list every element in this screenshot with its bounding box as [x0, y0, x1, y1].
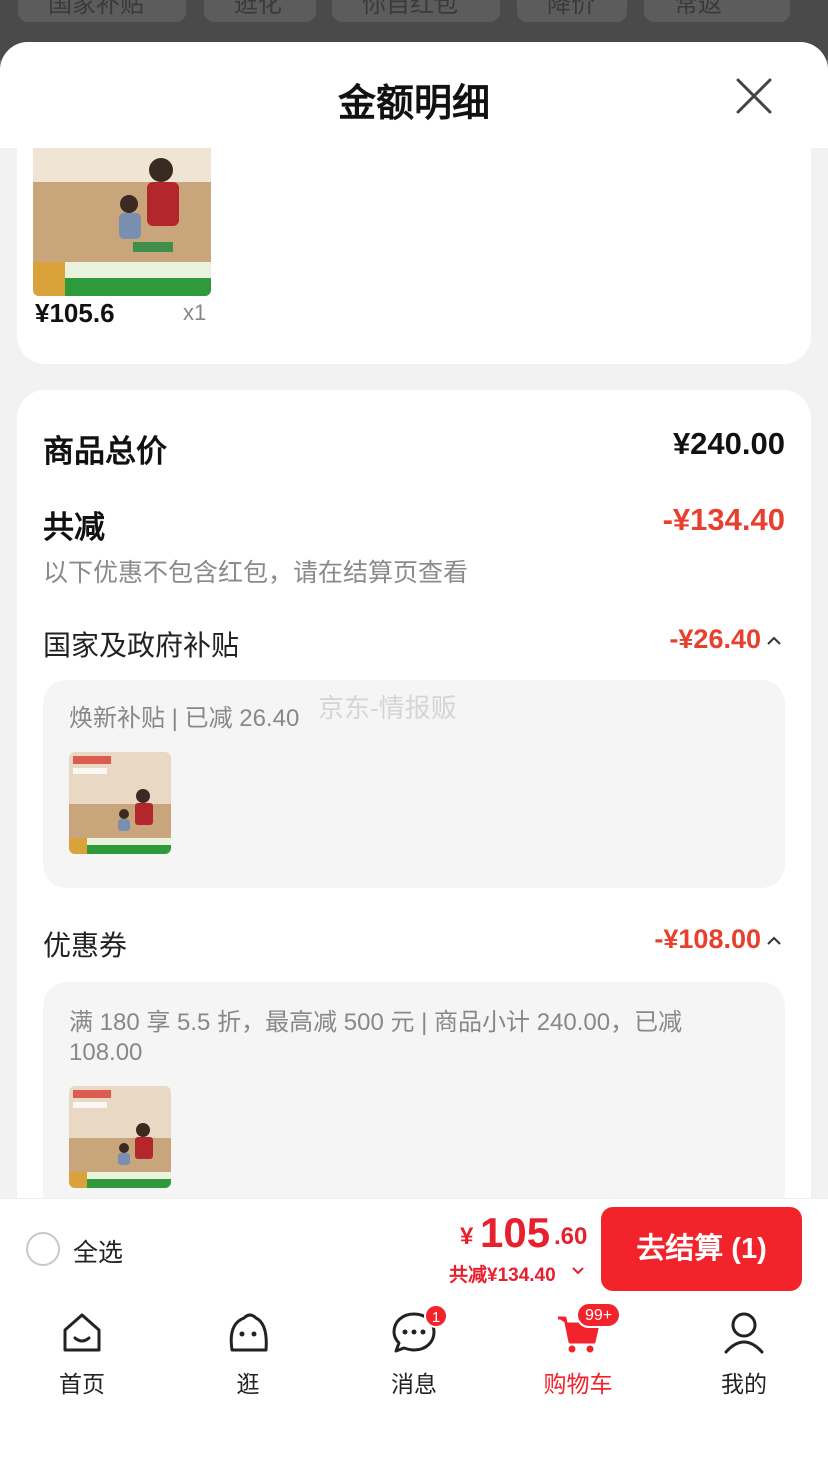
profile-icon	[724, 1312, 764, 1354]
tab-home[interactable]: 首页	[32, 1310, 132, 1420]
total-saved-value: -¥134.40	[662, 502, 785, 537]
product-image	[69, 752, 171, 854]
discover-icon	[229, 1313, 268, 1352]
tab-home-label: 首页	[59, 1371, 105, 1397]
bottom-tab-bar: 首页 逛 1 消息 99+ 购物车 我的	[0, 1298, 828, 1477]
coupon-detail-text-line2: 108.00	[69, 1039, 143, 1066]
total-amount-decimal: .60	[554, 1223, 588, 1250]
gov-subsidy-product-thumb[interactable]	[69, 752, 171, 854]
gov-subsidy-label: 国家及政府补贴	[43, 630, 240, 661]
background-tab: 降价	[517, 0, 627, 22]
select-all-label[interactable]: 全选	[73, 1233, 123, 1269]
background-tab: 你自红包	[332, 0, 500, 22]
tab-profile-label: 我的	[721, 1371, 767, 1397]
amount-detail-sheet: 金额明细 ¥105.6 x1 商品总价 ¥240.00 共减 -¥134.40 …	[0, 42, 828, 1198]
checkout-bar: 全选 ¥ 105 .60 共减¥134.40 去结算 (1)	[0, 1198, 828, 1298]
product-image	[69, 1086, 171, 1188]
coupon-value: -¥108.00	[654, 924, 761, 954]
background-tab: 逛化	[204, 0, 316, 22]
gov-subsidy-detail-text: 焕新补贴 | 已减 26.40	[69, 705, 300, 732]
tab-messages[interactable]: 1 消息	[364, 1304, 464, 1420]
background-tab: 常返	[644, 0, 790, 22]
gov-subsidy-value: -¥26.40	[669, 624, 761, 654]
cart-badge: 99+	[576, 1302, 622, 1328]
coupon-label: 优惠券	[43, 930, 128, 961]
tab-discover-label: 逛	[236, 1371, 260, 1397]
tab-profile[interactable]: 我的	[694, 1310, 794, 1420]
coupon-toggle[interactable]: -¥108.00	[605, 924, 785, 960]
price-summary-card: 商品总价 ¥240.00 共减 -¥134.40 以下优惠不包含红包，请在结算页…	[17, 390, 811, 1198]
total-currency: ¥	[460, 1223, 474, 1250]
sheet-title: 金额明细	[337, 83, 490, 125]
watermark: 京东-情报贩	[318, 693, 457, 723]
saved-note: 以下优惠不包含红包，请在结算页查看	[43, 559, 469, 587]
total-saved-summary[interactable]: 共减¥134.40	[449, 1260, 556, 1287]
total-price-label: 商品总价	[43, 434, 167, 469]
total-price-value: ¥240.00	[672, 426, 785, 461]
chevron-up-icon	[767, 936, 781, 945]
home-icon	[63, 1313, 101, 1352]
chevron-up-icon	[767, 636, 781, 645]
messages-badge: 1	[424, 1304, 448, 1328]
coupon-detail: 满 180 享 5.5 折，最高减 500 元 | 商品小计 240.00，已减…	[43, 982, 785, 1198]
total-saved-label: 共减	[43, 510, 105, 545]
tab-messages-label: 消息	[391, 1371, 437, 1397]
coupon-detail-text-line1: 满 180 享 5.5 折，最高减 500 元 | 商品小计 240.00，已减	[69, 1009, 683, 1036]
select-all-radio[interactable]	[26, 1232, 60, 1266]
close-button[interactable]	[734, 76, 774, 116]
coupon-product-thumb[interactable]	[69, 1086, 171, 1188]
gov-subsidy-toggle[interactable]: -¥26.40	[605, 624, 785, 660]
product-quantity: x1	[183, 300, 207, 325]
tab-cart-label: 购物车	[543, 1371, 613, 1397]
sheet-header: 金额明细	[0, 42, 828, 148]
chevron-down-icon	[572, 1267, 584, 1275]
tab-cart[interactable]: 99+ 购物车	[528, 1302, 628, 1420]
close-icon	[736, 78, 772, 114]
background-tab: 国家补贴	[18, 0, 186, 22]
total-amount-integer: 105	[480, 1209, 551, 1256]
product-price: ¥105.6	[35, 298, 115, 328]
tab-discover[interactable]: 逛	[198, 1310, 298, 1420]
checkout-button[interactable]: 去结算 (1)	[601, 1207, 802, 1291]
